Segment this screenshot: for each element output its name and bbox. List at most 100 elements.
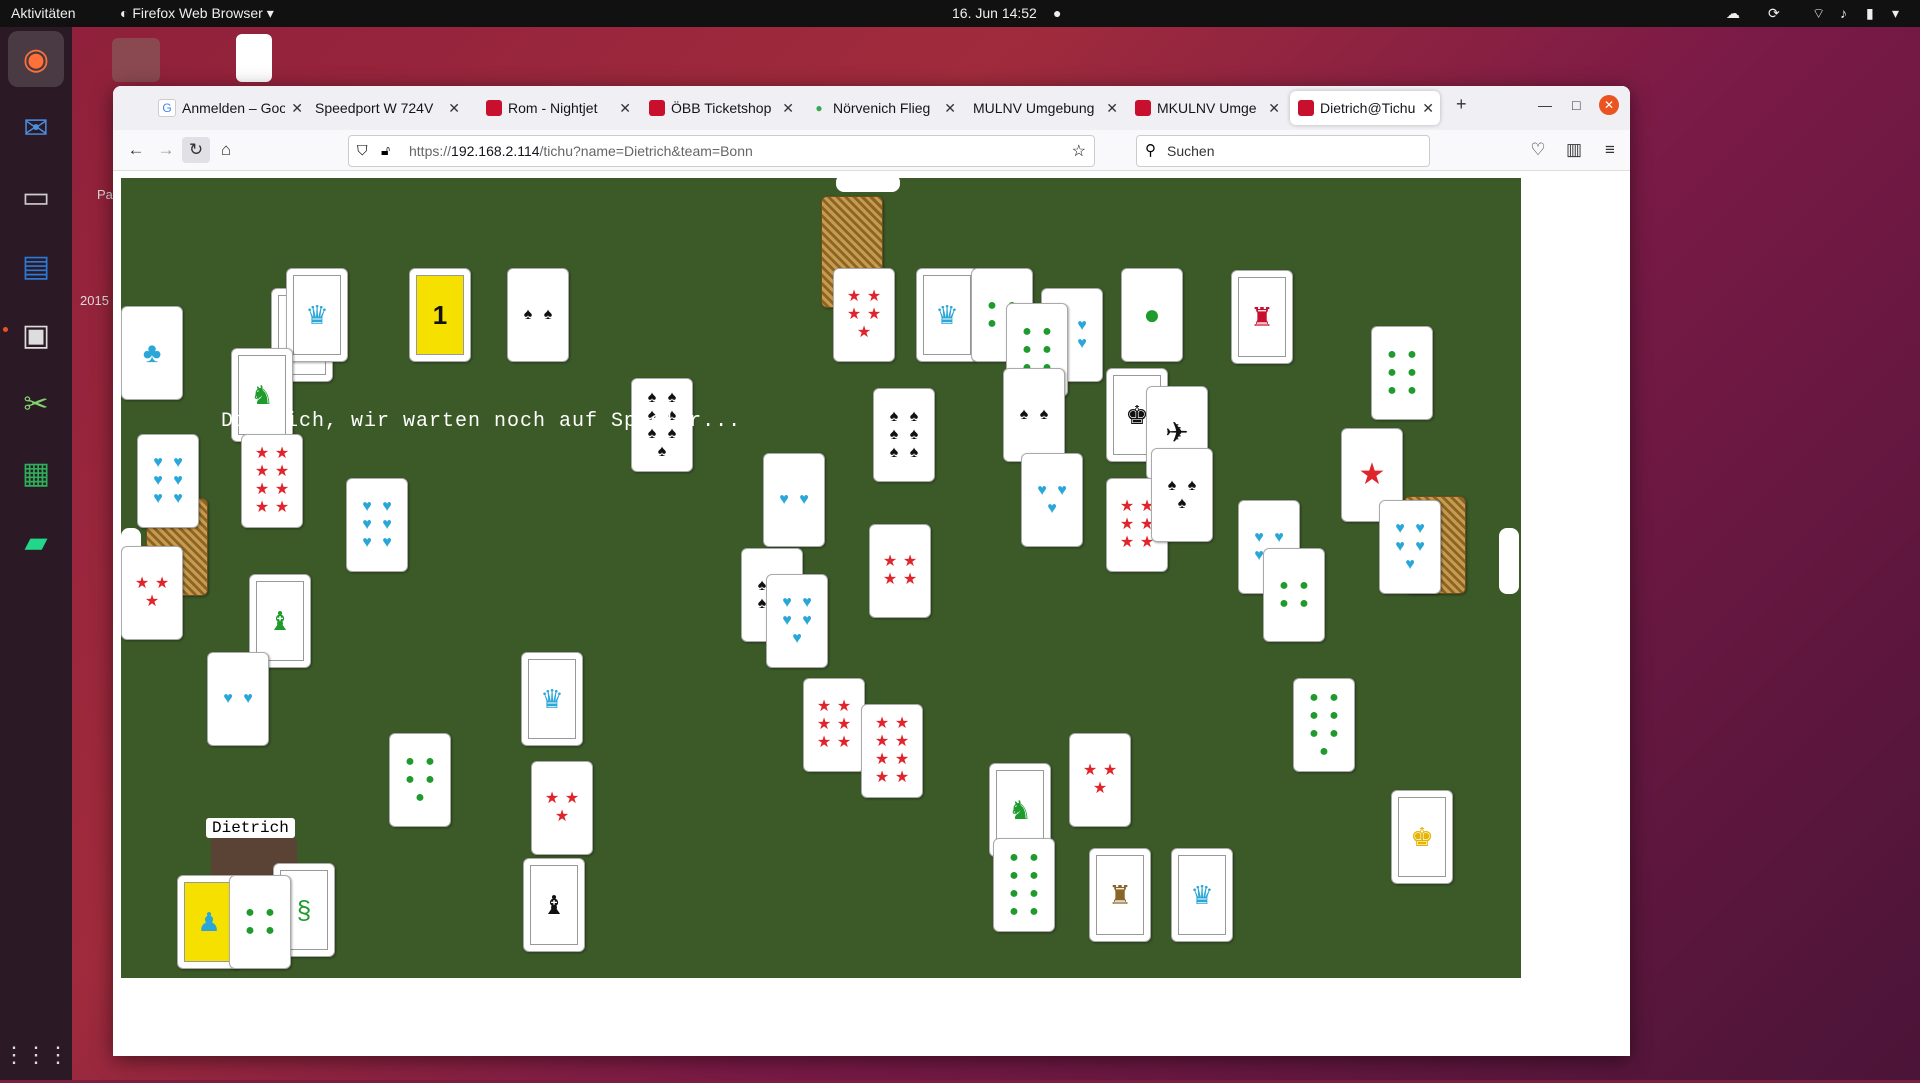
battery-icon[interactable]: ▮ [1866,5,1874,22]
document-icon[interactable] [236,34,272,82]
card[interactable]: ♠ ♠ ♠ ♠ ♠ ♠ [873,388,935,482]
close-icon[interactable]: ✕ [1268,100,1280,117]
tab-mulnv[interactable]: MULNV Umgebung ✕ [973,91,1118,125]
card[interactable]: ♚ [1391,790,1453,884]
card[interactable]: ♛ [916,268,978,362]
close-icon[interactable]: ✕ [448,100,460,117]
card[interactable]: ★ ★ ★ [1069,733,1131,827]
close-icon[interactable]: ✕ [619,100,631,117]
calc-icon[interactable]: ▦ [8,445,64,501]
card[interactable]: ♥ ♥ ♥ ♥ ♥ ♥ [137,434,199,528]
game-board[interactable]: ♣ ♚ ♛ ♞ ♥♥♥♥♥♥ ★★★★★★★★ ♥♥♥♥♥♥ ★★★ ♝ ♥♥ … [121,178,1521,978]
card[interactable]: ♥ ♥ ♥ ♥ ♥ [766,574,828,668]
card[interactable]: ♛ [521,652,583,746]
card[interactable]: ♥ ♥ ♥ ♥ ♥ [1379,500,1441,594]
card[interactable]: ●●●●●● [1371,326,1433,420]
minimize-icon[interactable]: — [1538,97,1552,113]
card[interactable]: ♥ ♥ ♥ ♥ ♥ ♥ [346,478,408,572]
card-mahjong[interactable]: 1 [409,268,471,362]
card[interactable]: ★ ★ ★ ★ ★ ★ ★ ★ [241,434,303,528]
card[interactable]: ♜ [1089,848,1151,942]
card[interactable]: ★ ★ ★ ★ ★ ★ ★ ★ [861,704,923,798]
close-icon[interactable]: ✕ [1106,100,1118,117]
tab-bar: G Anmelden – Goo ✕ Speedport W 724V ✕ Rom … [113,86,1630,130]
tab-noervenich[interactable]: ● Nörvenich Flieg ✕ [811,91,956,125]
card[interactable]: ● ● ● ● ● ● ● ● [993,838,1055,932]
tichu-icon [1298,100,1314,116]
tab-oebb[interactable]: ÖBB Ticketshop ✕ [649,91,794,125]
pocket-icon[interactable]: ♡ [1524,137,1552,163]
search-bar[interactable]: ⚲ Suchen [1136,135,1430,167]
window-close-icon[interactable]: ✕ [1599,95,1619,115]
home-folder-icon[interactable] [112,38,160,82]
clock[interactable]: 16. Jun 14:52 [952,5,1037,21]
browser-window: G Anmelden – Goo ✕ Speedport W 724V ✕ Rom … [113,86,1630,1056]
reload-icon[interactable]: ↻ [182,137,210,163]
close-icon[interactable]: ✕ [782,100,794,117]
card[interactable]: ♥ ♥ [763,453,825,547]
card[interactable]: ♛ [1171,848,1233,942]
system-menu-chevron-icon[interactable]: ▾ [1892,5,1899,22]
top-bar: Aktivitäten ◐ Firefox Web Browser ▾ 16. … [0,0,1920,27]
tab-mkulnv[interactable]: MKULNV Umge ✕ [1135,91,1280,125]
card[interactable]: ♣ [121,306,183,400]
search-icon: ⚲ [1145,142,1156,159]
writer-icon[interactable]: ▤ [8,238,64,294]
card[interactable]: ♛ [286,268,348,362]
obb-icon [649,100,665,116]
card[interactable]: ♠ ♠ ♠ [1151,448,1213,542]
home-icon[interactable]: ⌂ [212,137,240,163]
volume-icon[interactable]: ♪ [1840,5,1847,21]
lock-icon[interactable]: 🔓︎ [381,142,390,159]
sidebar-icon[interactable]: ▥ [1560,137,1588,163]
obb-icon [486,100,502,116]
card[interactable]: ♜ [1231,270,1293,364]
close-icon[interactable]: ✕ [1422,100,1434,117]
url-text[interactable]: https://192.168.2.114/tichu?name=Dietric… [409,143,753,159]
card[interactable]: ♠ ♠ [1003,368,1065,462]
firefox-small-icon: ◐ [120,5,133,21]
firefox-icon[interactable]: ◉ [8,31,64,87]
card[interactable]: ♝ [523,858,585,952]
card[interactable]: ♠ ♠ [507,268,569,362]
files-icon[interactable]: ▭ [8,169,64,225]
forward-arrow-icon[interactable]: → [152,137,180,163]
activities-button[interactable]: Aktivitäten [11,5,76,21]
thunderbird-icon[interactable]: ✉ [8,100,64,156]
card[interactable]: ● [1121,268,1183,362]
new-tab-button[interactable]: + [1456,94,1467,115]
notification-dot-icon: ● [1053,5,1062,21]
maximize-icon[interactable]: □ [1572,97,1580,113]
tab-speedport[interactable]: Speedport W 724V ✕ [315,91,460,125]
menu-icon[interactable]: ≡ [1596,137,1624,163]
back-arrow-icon[interactable]: ← [122,137,150,163]
card[interactable]: ★ ★ ★ ★ ★ [833,268,895,362]
card[interactable]: ● ● ● ● ● ● ● [1293,678,1355,772]
app-menu[interactable]: ◐ Firefox Web Browser ▾ [120,5,274,22]
card[interactable]: ♥ ♥ ♥ [1021,453,1083,547]
card[interactable]: ♥ ♥ [207,652,269,746]
close-icon[interactable]: ✕ [291,100,303,117]
url-bar[interactable]: ⛉ 🔓︎ https://192.168.2.114/tichu?name=Di… [348,135,1095,167]
cloud-icon[interactable]: ☁ [1726,5,1740,22]
card[interactable]: ● ● ● ● ● [389,733,451,827]
wifi-icon[interactable]: ⌔ [1812,5,1825,23]
card[interactable]: ★ ★ ★ ★ [869,524,931,618]
tab-google[interactable]: G Anmelden – Goo ✕ [158,91,303,125]
star-icon[interactable]: ☆ [1072,141,1086,161]
card[interactable]: ●●●● [1263,548,1325,642]
tab-nightjet[interactable]: Rom - Nightjet ✕ [486,91,631,125]
scissors-icon[interactable]: ✂ [8,376,64,432]
sync-icon[interactable]: ⟳ [1768,5,1780,22]
tab-tichu[interactable]: Dietrich@Tichu ✕ [1290,91,1440,125]
card[interactable]: ★ ★ ★ [531,761,593,855]
card[interactable]: ★ ★ ★ ★ ★ ★ [803,678,865,772]
google-icon: G [158,99,176,117]
card[interactable]: ★ ★ ★ [121,546,183,640]
close-icon[interactable]: ✕ [944,100,956,117]
shield-icon[interactable]: ⛉ [357,142,368,159]
monitor-icon[interactable]: ▣ [8,307,64,363]
apps-grid-icon[interactable]: ⋮⋮⋮ [3,1027,69,1083]
hand-card[interactable]: ● ● ● ● [229,875,291,969]
pycharm-icon[interactable]: ▰ [8,514,64,570]
